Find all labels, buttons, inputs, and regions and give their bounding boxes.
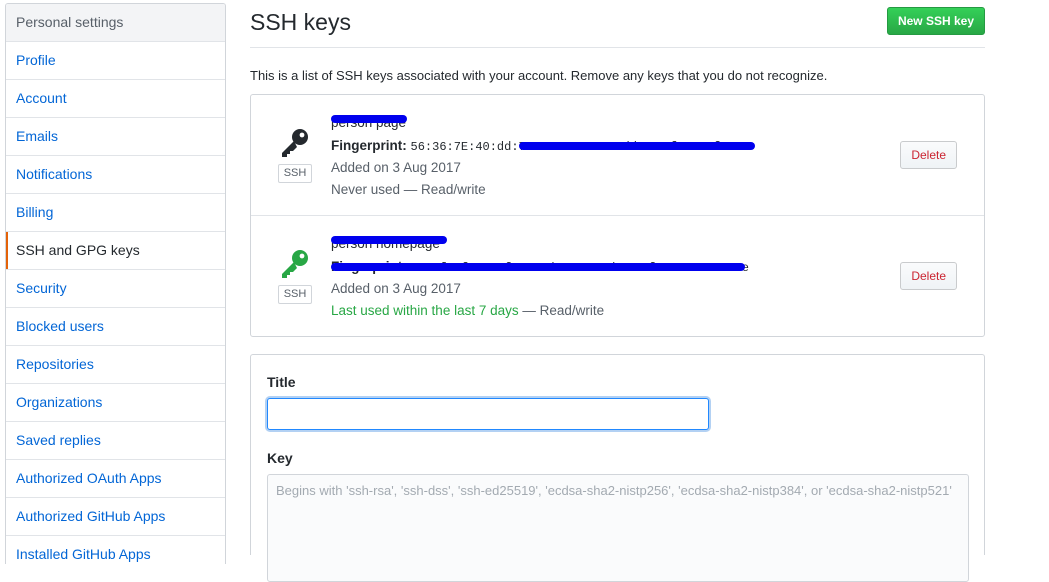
delete-key-button[interactable]: Delete	[900, 141, 957, 169]
key-added-date: Added on 3 Aug 2017	[331, 160, 461, 175]
ssh-key-row: SSH person page Fingerprint: 56:36:7E:40…	[251, 95, 984, 216]
ssh-badge: SSH	[278, 164, 312, 183]
key-icon	[282, 250, 308, 278]
sidebar-item-authorized-github-apps[interactable]: Authorized GitHub Apps	[6, 498, 225, 536]
title-label: Title	[267, 374, 296, 390]
key-access: — Read/write	[400, 182, 486, 197]
key-last-used: Last used within the last 7 days	[331, 303, 519, 318]
sidebar-item-organizations[interactable]: Organizations	[6, 384, 225, 422]
redaction-mark	[331, 263, 745, 271]
sidebar-header: Personal settings	[6, 4, 225, 42]
sidebar-item-profile[interactable]: Profile	[6, 42, 225, 80]
ssh-badge: SSH	[278, 285, 312, 304]
sidebar-item-saved-replies[interactable]: Saved replies	[6, 422, 225, 460]
settings-sidebar: Personal settings Profile Account Emails…	[5, 3, 226, 564]
redaction-mark	[331, 115, 407, 123]
title-input[interactable]	[267, 398, 709, 430]
key-details: person homepage Fingerprint: 5c:8f:6f:04…	[331, 236, 749, 322]
sidebar-item-installed-github-apps[interactable]: Installed GitHub Apps	[6, 536, 225, 564]
key-details: person page Fingerprint: 56:36:7E:40:dd:…	[331, 115, 755, 201]
sidebar-item-notifications[interactable]: Notifications	[6, 156, 225, 194]
sidebar-item-authorized-oauth-apps[interactable]: Authorized OAuth Apps	[6, 460, 225, 498]
key-title: person page	[331, 115, 749, 135]
sidebar-item-emails[interactable]: Emails	[6, 118, 225, 156]
delete-key-button[interactable]: Delete	[900, 262, 957, 290]
key-label: Key	[267, 450, 293, 466]
fingerprint-label: Fingerprint:	[331, 138, 407, 153]
new-ssh-key-button[interactable]: New SSH key	[886, 7, 985, 35]
key-last-used: Never used	[331, 182, 401, 197]
key-added-date: Added on 3 Aug 2017	[331, 281, 461, 296]
key-usage-line: Last used within the last 7 days — Read/…	[331, 300, 749, 322]
key-fingerprint-line: Fingerprint: 5c:8f:6f:04:8f:32:0d:ce:53:…	[331, 256, 749, 278]
redaction-mark	[331, 236, 447, 244]
sidebar-item-ssh-gpg-keys[interactable]: SSH and GPG keys	[6, 232, 225, 270]
sidebar-item-security[interactable]: Security	[6, 270, 225, 308]
sidebar-item-blocked-users[interactable]: Blocked users	[6, 308, 225, 346]
sidebar-item-billing[interactable]: Billing	[6, 194, 225, 232]
key-icon	[282, 129, 308, 157]
sidebar-item-account[interactable]: Account	[6, 80, 225, 118]
intro-text: This is a list of SSH keys associated wi…	[250, 68, 828, 83]
add-ssh-key-form: Title Key	[250, 354, 985, 582]
key-access: — Read/write	[518, 303, 605, 318]
page-header: SSH keys New SSH key	[250, 0, 985, 48]
key-title: person homepage	[331, 236, 749, 256]
redaction-mark	[519, 142, 755, 150]
key-usage-line: Never used — Read/write	[331, 179, 749, 201]
main-content: SSH keys New SSH key This is a list of S…	[250, 0, 985, 582]
sidebar-item-repositories[interactable]: Repositories	[6, 346, 225, 384]
ssh-key-row: SSH person homepage Fingerprint: 5c:8f:6…	[251, 216, 984, 336]
key-fingerprint-line: Fingerprint: 56:36:7E:40:dd:70:95:42:75:…	[331, 135, 755, 157]
ssh-key-list: SSH person page Fingerprint: 56:36:7E:40…	[250, 94, 985, 337]
page-title: SSH keys	[250, 9, 351, 35]
key-textarea[interactable]	[267, 474, 969, 582]
